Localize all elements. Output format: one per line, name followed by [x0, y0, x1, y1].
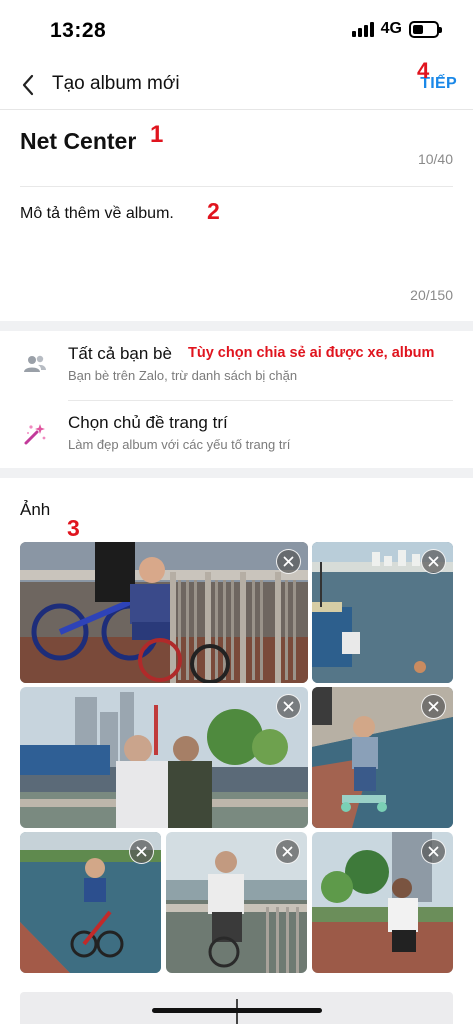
close-icon: [136, 846, 147, 857]
magic-wand-icon: [22, 421, 48, 447]
album-name-input[interactable]: Net Center: [20, 128, 136, 155]
photo-thumbnail[interactable]: [312, 542, 453, 683]
share-privacy-option[interactable]: Tất cả bạn bè Bạn bè trên Zalo, trừ danh…: [0, 331, 473, 399]
close-icon: [282, 846, 293, 857]
photo-thumbnail[interactable]: [20, 542, 308, 683]
share-option-title: Tất cả bạn bè: [68, 344, 172, 363]
close-icon: [283, 701, 294, 712]
remove-photo-button[interactable]: [276, 549, 301, 574]
remove-photo-button[interactable]: [421, 549, 446, 574]
album-description-input[interactable]: Mô tả thêm về album.: [20, 205, 174, 223]
remove-photo-button[interactable]: [421, 694, 446, 719]
remove-photo-button[interactable]: [421, 839, 446, 864]
annotation-2: 2: [207, 198, 220, 224]
network-label: 4G: [380, 20, 402, 37]
description-char-count: 20/150: [410, 287, 453, 303]
battery-icon: [409, 20, 442, 38]
annotation-1: 1: [150, 121, 164, 148]
close-icon: [428, 701, 439, 712]
photo-thumbnail[interactable]: [20, 832, 161, 973]
friends-icon: [22, 351, 48, 377]
close-icon: [283, 556, 294, 567]
remove-photo-button[interactable]: [129, 839, 154, 864]
status-bar: 13:28 4G: [0, 0, 473, 62]
remove-photo-button[interactable]: [276, 694, 301, 719]
share-option-annotation: Tùy chọn chia sẻ ai được xe, album: [188, 345, 435, 361]
section-divider: [0, 321, 473, 331]
photo-thumbnail[interactable]: [312, 687, 453, 828]
annotation-4: 4: [417, 58, 430, 83]
close-icon: [428, 846, 439, 857]
photos-section-label: Ảnh: [20, 500, 51, 519]
top-bar: Tạo album mới TIẾP: [0, 62, 473, 110]
photo-thumbnail[interactable]: [20, 687, 308, 828]
photo-thumbnail[interactable]: [312, 832, 453, 973]
section-divider: [0, 468, 473, 478]
signal-icon: [351, 21, 374, 37]
name-char-count: 10/40: [417, 151, 453, 167]
theme-option-subtitle: Làm đẹp album với các yếu tố trang trí: [68, 437, 291, 452]
chevron-left-icon: [22, 74, 34, 96]
page-title: Tạo album mới: [52, 73, 180, 94]
annotation-3: 3: [67, 515, 80, 541]
status-indicators: 4G: [351, 20, 442, 38]
theme-option-title: Chọn chủ đề trang trí: [68, 413, 228, 432]
photo-image: [20, 542, 308, 683]
photo-image: [20, 687, 308, 828]
photo-thumbnail[interactable]: [166, 832, 307, 973]
divider: [20, 186, 453, 187]
share-option-subtitle: Bạn bè trên Zalo, trừ danh sách bị chặn: [68, 368, 298, 383]
status-time: 13:28: [50, 19, 107, 42]
remove-photo-button[interactable]: [275, 839, 300, 864]
back-button[interactable]: [14, 70, 42, 100]
home-indicator[interactable]: [152, 1008, 322, 1013]
close-icon: [428, 556, 439, 567]
theme-option[interactable]: Chọn chủ đề trang trí Làm đẹp album với …: [0, 401, 473, 467]
